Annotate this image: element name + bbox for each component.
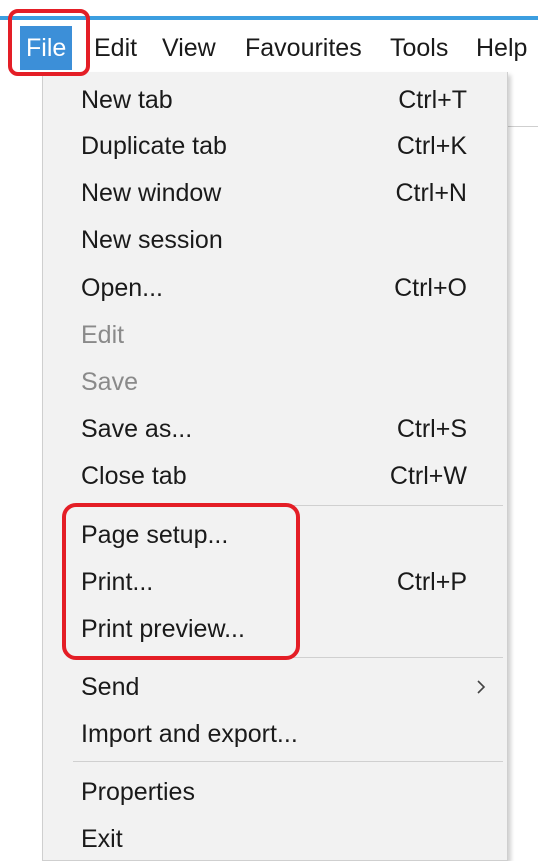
menu-item-send[interactable]: Send xyxy=(43,664,509,710)
menu-item-shortcut: Ctrl+O xyxy=(394,274,467,302)
menu-favourites[interactable]: Favourites xyxy=(245,26,362,70)
menu-item-new-window[interactable]: New window Ctrl+N xyxy=(43,170,509,216)
menu-item-label: Open... xyxy=(81,274,163,302)
page-content-edge xyxy=(508,74,538,127)
menu-item-label: Print... xyxy=(81,568,154,596)
menu-item-page-setup[interactable]: Page setup... xyxy=(43,512,509,558)
menu-item-label: Import and export... xyxy=(81,720,298,748)
menu-item-shortcut: Ctrl+S xyxy=(396,415,467,443)
menu-item-label: Duplicate tab xyxy=(81,132,227,160)
menu-item-label: New tab xyxy=(81,86,173,114)
menu-item-label: Print preview... xyxy=(81,615,245,643)
menu-item-properties[interactable]: Properties xyxy=(43,769,509,815)
menu-item-label: New window xyxy=(81,179,222,207)
menu-help[interactable]: Help xyxy=(476,26,527,70)
menu-item-import-export[interactable]: Import and export... xyxy=(43,711,509,757)
menu-item-new-tab[interactable]: New tab Ctrl+T xyxy=(43,77,509,123)
file-menu-dropdown: New tab Ctrl+T Duplicate tab Ctrl+K New … xyxy=(42,72,508,861)
menu-item-shortcut: Ctrl+K xyxy=(396,132,467,160)
menu-bar: File Edit View Favourites Tools Help xyxy=(0,20,538,74)
menu-tools[interactable]: Tools xyxy=(390,26,448,70)
menu-item-shortcut: Ctrl+W xyxy=(389,462,467,490)
menu-item-label: Close tab xyxy=(81,462,187,490)
menu-item-exit[interactable]: Exit xyxy=(43,816,509,861)
menu-item-close-tab[interactable]: Close tab Ctrl+W xyxy=(43,453,509,499)
browser-window: File Edit View Favourites Tools Help New… xyxy=(0,0,538,861)
menu-item-duplicate-tab[interactable]: Duplicate tab Ctrl+K xyxy=(43,123,509,169)
menu-edit[interactable]: Edit xyxy=(94,26,137,70)
menu-separator xyxy=(73,657,503,658)
menu-item-save: Save xyxy=(43,359,509,405)
menu-separator xyxy=(73,505,503,506)
menu-item-shortcut: Ctrl+T xyxy=(398,86,467,114)
menu-item-label: Exit xyxy=(81,825,123,853)
menu-item-print-preview[interactable]: Print preview... xyxy=(43,606,509,652)
menu-item-new-session[interactable]: New session xyxy=(43,217,509,263)
menu-view[interactable]: View xyxy=(162,26,216,70)
menu-item-shortcut: Ctrl+P xyxy=(396,568,467,596)
menu-item-label: Edit xyxy=(81,321,125,349)
menu-item-save-as[interactable]: Save as... Ctrl+S xyxy=(43,406,509,452)
menu-item-label: New session xyxy=(81,226,223,254)
menu-item-label: Save xyxy=(81,368,138,396)
menu-item-edit: Edit xyxy=(43,312,509,358)
menu-item-open[interactable]: Open... Ctrl+O xyxy=(43,265,509,311)
chevron-right-icon xyxy=(473,679,489,695)
menu-item-label: Send xyxy=(81,673,140,701)
menu-item-shortcut: Ctrl+N xyxy=(395,179,467,207)
menu-item-print[interactable]: Print... Ctrl+P xyxy=(43,559,509,605)
menu-item-label: Properties xyxy=(81,778,195,806)
menu-item-label: Save as... xyxy=(81,415,193,443)
menu-file[interactable]: File xyxy=(20,26,73,70)
menu-item-label: Page setup... xyxy=(81,521,229,549)
menu-separator xyxy=(73,761,503,762)
